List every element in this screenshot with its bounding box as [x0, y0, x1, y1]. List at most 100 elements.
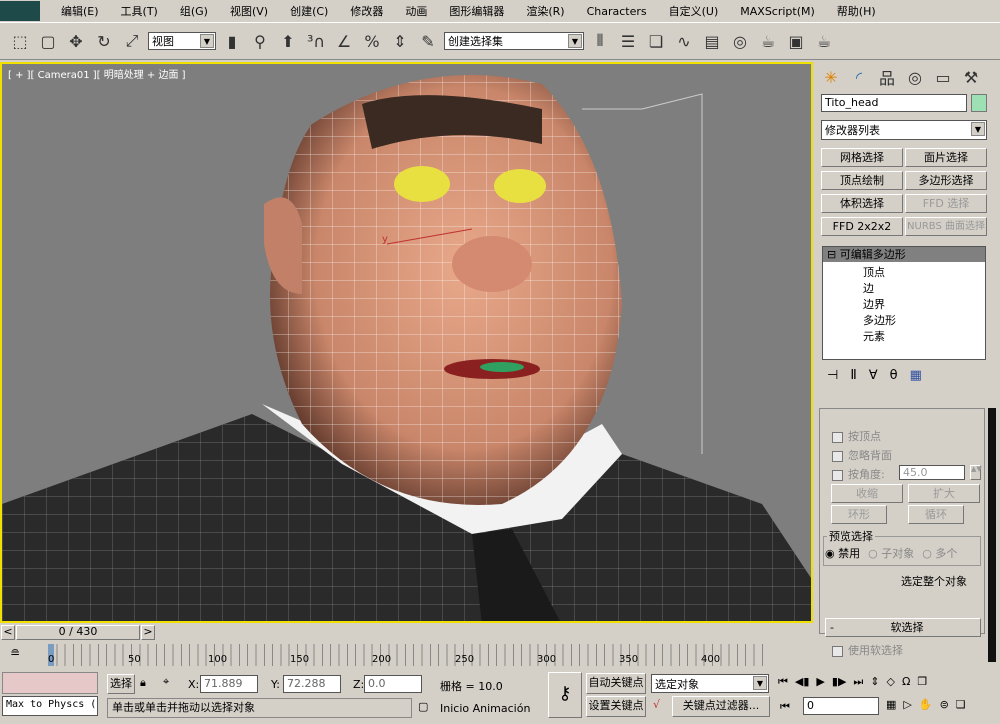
modifier-list-dropdown[interactable]: 修改器列表 ▼: [821, 120, 987, 140]
select-region-icon[interactable]: ⬚: [8, 28, 32, 54]
menu-item[interactable]: 渲染(R): [515, 3, 575, 19]
set-key-button[interactable]: 设置关键点: [586, 696, 646, 717]
preview-subobject-radio[interactable]: ○ 子对象: [868, 545, 914, 561]
menu-item[interactable]: 帮助(H): [826, 3, 887, 19]
camera-viewport[interactable]: [ + ][ Camera01 ][ 明暗处理 + 边面 ] y: [0, 62, 813, 623]
stack-item-border[interactable]: 边界: [863, 296, 885, 312]
prev-key-icon[interactable]: ◀▮: [795, 675, 810, 689]
create-tab-icon[interactable]: ✳: [819, 64, 843, 90]
next-frame-button[interactable]: >: [141, 625, 155, 640]
make-unique-icon[interactable]: ∀: [869, 368, 878, 383]
stack-item-editable-poly[interactable]: ⊟ 可编辑多边形: [823, 247, 985, 262]
play-icon[interactable]: ▶: [816, 675, 824, 689]
pan-icon[interactable]: ✋: [919, 698, 933, 711]
auto-key-button[interactable]: 自动关键点: [586, 673, 646, 694]
orbit-camera-icon[interactable]: ⊜: [940, 698, 949, 711]
go-to-end-icon[interactable]: ⏭: [853, 675, 863, 689]
mod-button[interactable]: 多边形选择: [905, 171, 987, 190]
render-setup-icon[interactable]: ☕: [756, 28, 780, 54]
mod-button[interactable]: 网格选择: [821, 148, 903, 167]
display-tab-icon[interactable]: ▭: [931, 64, 955, 90]
quick-render-icon[interactable]: ☕: [812, 28, 836, 54]
rotate-icon[interactable]: ↻: [92, 28, 116, 54]
hierarchy-tab-icon[interactable]: 品: [875, 64, 899, 90]
curve-editor-mini-icon[interactable]: ≘: [10, 646, 20, 660]
move-icon[interactable]: ✥: [64, 28, 88, 54]
current-frame-input[interactable]: 0: [803, 697, 879, 715]
maxscript-listener[interactable]: [2, 672, 98, 694]
zoom-extents-icon[interactable]: ⇕: [870, 675, 879, 689]
utilities-tab-icon[interactable]: ⚒: [959, 64, 983, 90]
schematic-icon[interactable]: ▤: [700, 28, 724, 54]
ref-coord-dropdown[interactable]: 视图 ▼: [148, 32, 216, 50]
stack-item-element[interactable]: 元素: [863, 328, 885, 344]
align-tool-icon[interactable]: ☰: [616, 28, 640, 54]
time-slider[interactable]: 0 / 430: [16, 625, 140, 640]
modify-tab-icon[interactable]: ◜: [847, 64, 871, 90]
min-max-toggle-icon[interactable]: ❏: [956, 698, 966, 711]
preview-multi-radio[interactable]: ○ 多个: [922, 545, 957, 561]
preview-off-radio[interactable]: ◉ 禁用: [825, 545, 860, 561]
stack-item-polygon[interactable]: 多边形: [863, 312, 896, 328]
use-soft-selection-checkbox[interactable]: [832, 645, 843, 657]
object-name-field[interactable]: Tito_head: [821, 94, 967, 112]
orbit-icon[interactable]: Ω: [902, 675, 910, 689]
prev-frame-button[interactable]: <: [1, 625, 15, 640]
scale-icon[interactable]: ⤢: [120, 28, 144, 54]
key-filters-button[interactable]: 关键点过滤器...: [672, 696, 770, 717]
absolute-mode-icon[interactable]: ⌖: [163, 675, 169, 689]
time-config-icon[interactable]: ▦: [886, 698, 896, 711]
track-bar[interactable]: [48, 644, 770, 666]
z-coord-input[interactable]: 0.0: [364, 675, 422, 693]
named-selection-dropdown[interactable]: 创建选择集 ▼: [444, 32, 584, 50]
percent-snap-icon[interactable]: %: [360, 28, 384, 54]
angle-snap-icon[interactable]: ∠: [332, 28, 356, 54]
mod-button[interactable]: FFD 2x2x2: [821, 217, 903, 236]
selection-lock[interactable]: 选择: [107, 674, 135, 694]
viewport-label[interactable]: [ + ][ Camera01 ][ 明暗处理 + 边面 ]: [8, 66, 186, 81]
time-tag-icon[interactable]: ▢: [418, 700, 428, 713]
shrink-button[interactable]: 收缩: [831, 484, 903, 503]
stack-item-vertex[interactable]: 顶点: [863, 264, 885, 280]
layer-icon[interactable]: ❏: [644, 28, 668, 54]
mod-button[interactable]: 顶点绘制: [821, 171, 903, 190]
next-key-icon[interactable]: ▮▶: [832, 675, 847, 689]
menu-item[interactable]: 工具(T): [110, 3, 169, 19]
menu-item[interactable]: 创建(C): [279, 3, 339, 19]
angle-input[interactable]: 45.0: [899, 465, 965, 480]
go-to-start-icon[interactable]: ⏮: [778, 675, 788, 689]
material-editor-icon[interactable]: ◎: [728, 28, 752, 54]
menu-item[interactable]: 组(G): [169, 3, 219, 19]
by-angle-checkbox[interactable]: [832, 469, 843, 481]
menu-item[interactable]: 修改器: [339, 3, 394, 19]
set-key-big-icon[interactable]: ⚷: [548, 672, 582, 718]
window-crossing-icon[interactable]: ▢: [36, 28, 60, 54]
menu-item[interactable]: 视图(V): [219, 3, 279, 19]
key-mode-dropdown[interactable]: 选定对象 ▼: [651, 674, 769, 693]
ring-button[interactable]: 环形: [831, 505, 887, 524]
maximize-viewport-icon[interactable]: ❐: [917, 675, 927, 689]
menu-item[interactable]: MAXScript(M): [729, 5, 826, 18]
remove-modifier-icon[interactable]: θ: [890, 368, 898, 383]
stack-item-edge[interactable]: 边: [863, 280, 874, 296]
render-frame-icon[interactable]: ▣: [784, 28, 808, 54]
mirror-icon[interactable]: ⫴: [588, 28, 612, 54]
dolly-icon[interactable]: ▷: [903, 698, 911, 711]
snap-3d-icon[interactable]: ³∩: [304, 28, 328, 54]
grow-button[interactable]: 扩大: [908, 484, 980, 503]
maxscript-mini-listener[interactable]: Max to Physcs (: [2, 696, 98, 716]
align-icon[interactable]: ⬆: [276, 28, 300, 54]
app-logo[interactable]: [0, 1, 40, 21]
curve-editor-icon[interactable]: ∿: [672, 28, 696, 54]
angle-spinner[interactable]: ▲▼: [970, 465, 982, 480]
pin-stack-icon[interactable]: ⊣: [827, 368, 838, 383]
by-vertex-checkbox[interactable]: [832, 431, 843, 443]
field-of-view-icon[interactable]: ◇: [887, 675, 895, 689]
key-mode-toggle-icon[interactable]: ⏮: [780, 700, 790, 714]
mod-button[interactable]: NURBS 曲面选择: [905, 217, 987, 236]
menu-item[interactable]: 编辑(E): [50, 3, 110, 19]
key-tangent-icon[interactable]: √: [653, 698, 660, 711]
loop-button[interactable]: 循环: [908, 505, 964, 524]
mod-button[interactable]: FFD 选择: [905, 194, 987, 213]
x-coord-input[interactable]: 71.889: [200, 675, 258, 693]
